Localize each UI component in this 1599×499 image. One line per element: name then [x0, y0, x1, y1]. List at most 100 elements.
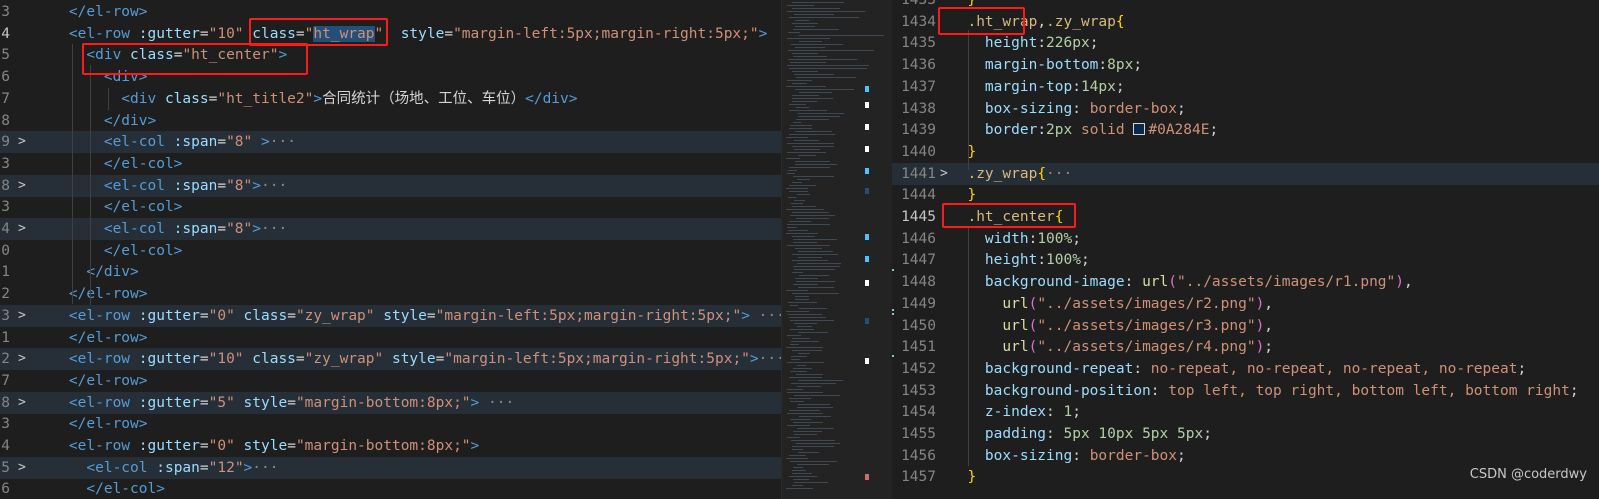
code-text[interactable]: </el-row> [34, 327, 148, 349]
code-text[interactable]: <el-row :gutter="0" style="margin-bottom… [34, 435, 479, 457]
fold-chevron-icon[interactable]: > [940, 163, 948, 185]
code-token: ··· [758, 307, 781, 324]
code-line[interactable]: 1452 background-repeat: no-repeat, no-re… [892, 358, 1599, 380]
code-text[interactable]: </el-col> [34, 153, 183, 175]
code-line[interactable]: 5 > <el-col :span="12">··· [0, 456, 781, 479]
code-line[interactable]: 1455 padding: 5px 10px 5px 5px; [892, 423, 1599, 445]
code-text[interactable]: width:100%; [950, 228, 1081, 250]
fold-chevron-icon[interactable]: > [18, 457, 26, 479]
code-text[interactable]: </el-row> [34, 1, 148, 23]
color-swatch[interactable] [1133, 123, 1146, 136]
code-text[interactable]: <el-row :gutter="10" class="zy_wrap" sty… [34, 348, 781, 370]
minimap-line [789, 191, 808, 192]
line-number: 1445 [901, 209, 936, 225]
code-line[interactable]: 2 </el-row> [0, 283, 781, 305]
code-line[interactable]: 0 </el-col> [0, 240, 781, 262]
code-text[interactable]: z-index: 1; [950, 401, 1081, 423]
code-line[interactable]: 8 > <el-row :gutter="5" style="margin-bot… [0, 391, 781, 414]
code-line[interactable]: 1439 border:2px solid #0A284E; [892, 119, 1599, 141]
code-line[interactable]: 3 > <el-row :gutter="0" class="zy_wrap" s… [0, 304, 781, 327]
code-line[interactable]: 1453 background-position: top left, top … [892, 380, 1599, 402]
code-text[interactable]: <el-row :gutter="10" class="ht_wrap" sty… [34, 23, 767, 45]
code-line[interactable]: 1449 url("../assets/images/r2.png"), [892, 293, 1599, 315]
code-line[interactable]: 1440 } [892, 141, 1599, 163]
code-text[interactable]: } [950, 466, 976, 488]
code-line[interactable]: 1441 > .zy_wrap{··· [892, 162, 1599, 185]
code-line[interactable]: 6 </el-col> [0, 478, 781, 499]
code-line[interactable]: 1447 height:100%; [892, 249, 1599, 271]
code-line[interactable]: 2 > <el-row :gutter="10" class="zy_wrap" … [0, 348, 781, 371]
fold-chevron-icon[interactable]: > [18, 348, 26, 370]
code-line[interactable]: 4 <el-row :gutter="10" class="ht_wrap" s… [0, 23, 781, 45]
code-text[interactable]: border:2px solid #0A284E; [950, 119, 1218, 141]
code-text[interactable]: <el-col :span="12">··· [34, 457, 278, 479]
code-token: 合同统计（场地、工位、车位） [322, 90, 526, 107]
code-line[interactable]: 7 </el-row> [0, 370, 781, 392]
minimap[interactable] [781, 0, 893, 499]
code-line[interactable]: 1446 width:100%; [892, 228, 1599, 250]
code-text[interactable]: url("../assets/images/r2.png"), [950, 293, 1273, 315]
code-text[interactable]: </el-row> [34, 413, 148, 435]
code-line[interactable]: 1 </el-row> [0, 327, 781, 349]
code-text[interactable]: margin-top:14px; [950, 76, 1125, 98]
code-text[interactable]: url("../assets/images/r4.png"); [950, 336, 1273, 358]
code-line[interactable]: 1456 box-sizing: border-box; [892, 445, 1599, 467]
code-text[interactable]: background-image: url("../assets/images/… [950, 271, 1413, 293]
fold-chevron-icon[interactable]: > [18, 131, 26, 153]
minimap-line [792, 254, 838, 255]
code-text[interactable]: } [950, 141, 976, 163]
code-text[interactable]: </div> [34, 110, 156, 132]
code-line[interactable]: 3 </el-row> [0, 1, 781, 23]
code-line[interactable]: 8 > <el-col :span="8">··· [0, 174, 781, 197]
code-text[interactable]: <el-row :gutter="0" class="zy_wrap" styl… [34, 305, 781, 327]
code-line[interactable]: 1450 url("../assets/images/r3.png"), [892, 315, 1599, 337]
line-number: 1436 [901, 57, 936, 74]
fold-chevron-icon[interactable]: > [18, 218, 26, 240]
code-line[interactable]: 4 <el-row :gutter="0" style="margin-bott… [0, 435, 781, 457]
code-line[interactable]: 1435 height:226px; [892, 32, 1599, 54]
code-text[interactable]: box-sizing: border-box; [950, 98, 1186, 120]
code-text[interactable]: </el-row> [34, 370, 148, 392]
code-line[interactable]: 7 <div class="ht_title2">合同统计（场地、工位、车位）<… [0, 88, 781, 110]
code-text[interactable]: <div class="ht_title2">合同统计（场地、工位、车位）</d… [34, 88, 577, 110]
code-text[interactable]: background-position: top left, top right… [950, 380, 1579, 402]
code-text[interactable]: </el-col> [34, 478, 165, 499]
code-text[interactable]: <el-row :gutter="5" style="margin-bottom… [34, 392, 514, 414]
minimap-line [787, 152, 826, 153]
code-text[interactable]: padding: 5px 10px 5px 5px; [950, 423, 1212, 445]
code-line[interactable]: 1438 box-sizing: border-box; [892, 98, 1599, 120]
code-line[interactable]: 3 </el-col> [0, 196, 781, 218]
code-line[interactable]: 1454 z-index: 1; [892, 401, 1599, 423]
code-line[interactable]: 8 </div> [0, 110, 781, 132]
code-line[interactable]: 1448 background-image: url("../assets/im… [892, 271, 1599, 293]
code-text[interactable]: height:226px; [950, 32, 1099, 54]
code-text[interactable]: box-sizing: border-box; [950, 445, 1186, 467]
fold-chevron-icon[interactable]: > [18, 175, 26, 197]
code-text[interactable]: margin-bottom:8px; [950, 54, 1142, 76]
left-editor-pane[interactable]: 3 </el-row> 4 <el-row :gutter="10" class=… [0, 0, 781, 499]
code-token: url [950, 295, 1029, 312]
minimap-line [799, 308, 827, 309]
right-editor-pane[interactable]: 1433 } 1434 .ht_wrap,.zy_wrap{1435 height… [892, 0, 1599, 499]
code-line[interactable]: 3 </el-row> [0, 413, 781, 435]
code-text[interactable]: </div> [34, 261, 138, 283]
code-text[interactable]: </el-col> [34, 240, 183, 262]
code-text[interactable]: </el-col> [34, 196, 183, 218]
fold-chevron-icon[interactable]: > [18, 305, 26, 327]
code-line[interactable]: 1436 margin-bottom:8px; [892, 54, 1599, 76]
code-text[interactable]: background-repeat: no-repeat, no-repeat,… [950, 358, 1526, 380]
fold-chevron-icon[interactable]: > [18, 392, 26, 414]
code-line[interactable]: 3 </el-col> [0, 153, 781, 175]
code-text[interactable]: height:100%; [950, 249, 1090, 271]
code-token: #0A284E [1148, 122, 1210, 139]
code-line[interactable]: 9 > <el-col :span="8" >··· [0, 131, 781, 154]
minimap-line [788, 32, 800, 33]
code-text[interactable]: url("../assets/images/r3.png"), [950, 315, 1273, 337]
code-line[interactable]: 4 > <el-col :span="8">··· [0, 218, 781, 240]
minimap-line [787, 11, 865, 12]
code-line[interactable]: 1 </div> [0, 261, 781, 283]
code-token: { [1037, 165, 1047, 182]
code-line[interactable]: 1451 url("../assets/images/r4.png"); [892, 336, 1599, 358]
code-line[interactable]: 1437 margin-top:14px; [892, 76, 1599, 98]
code-text[interactable]: <el-col :span="8" >··· [34, 131, 296, 153]
